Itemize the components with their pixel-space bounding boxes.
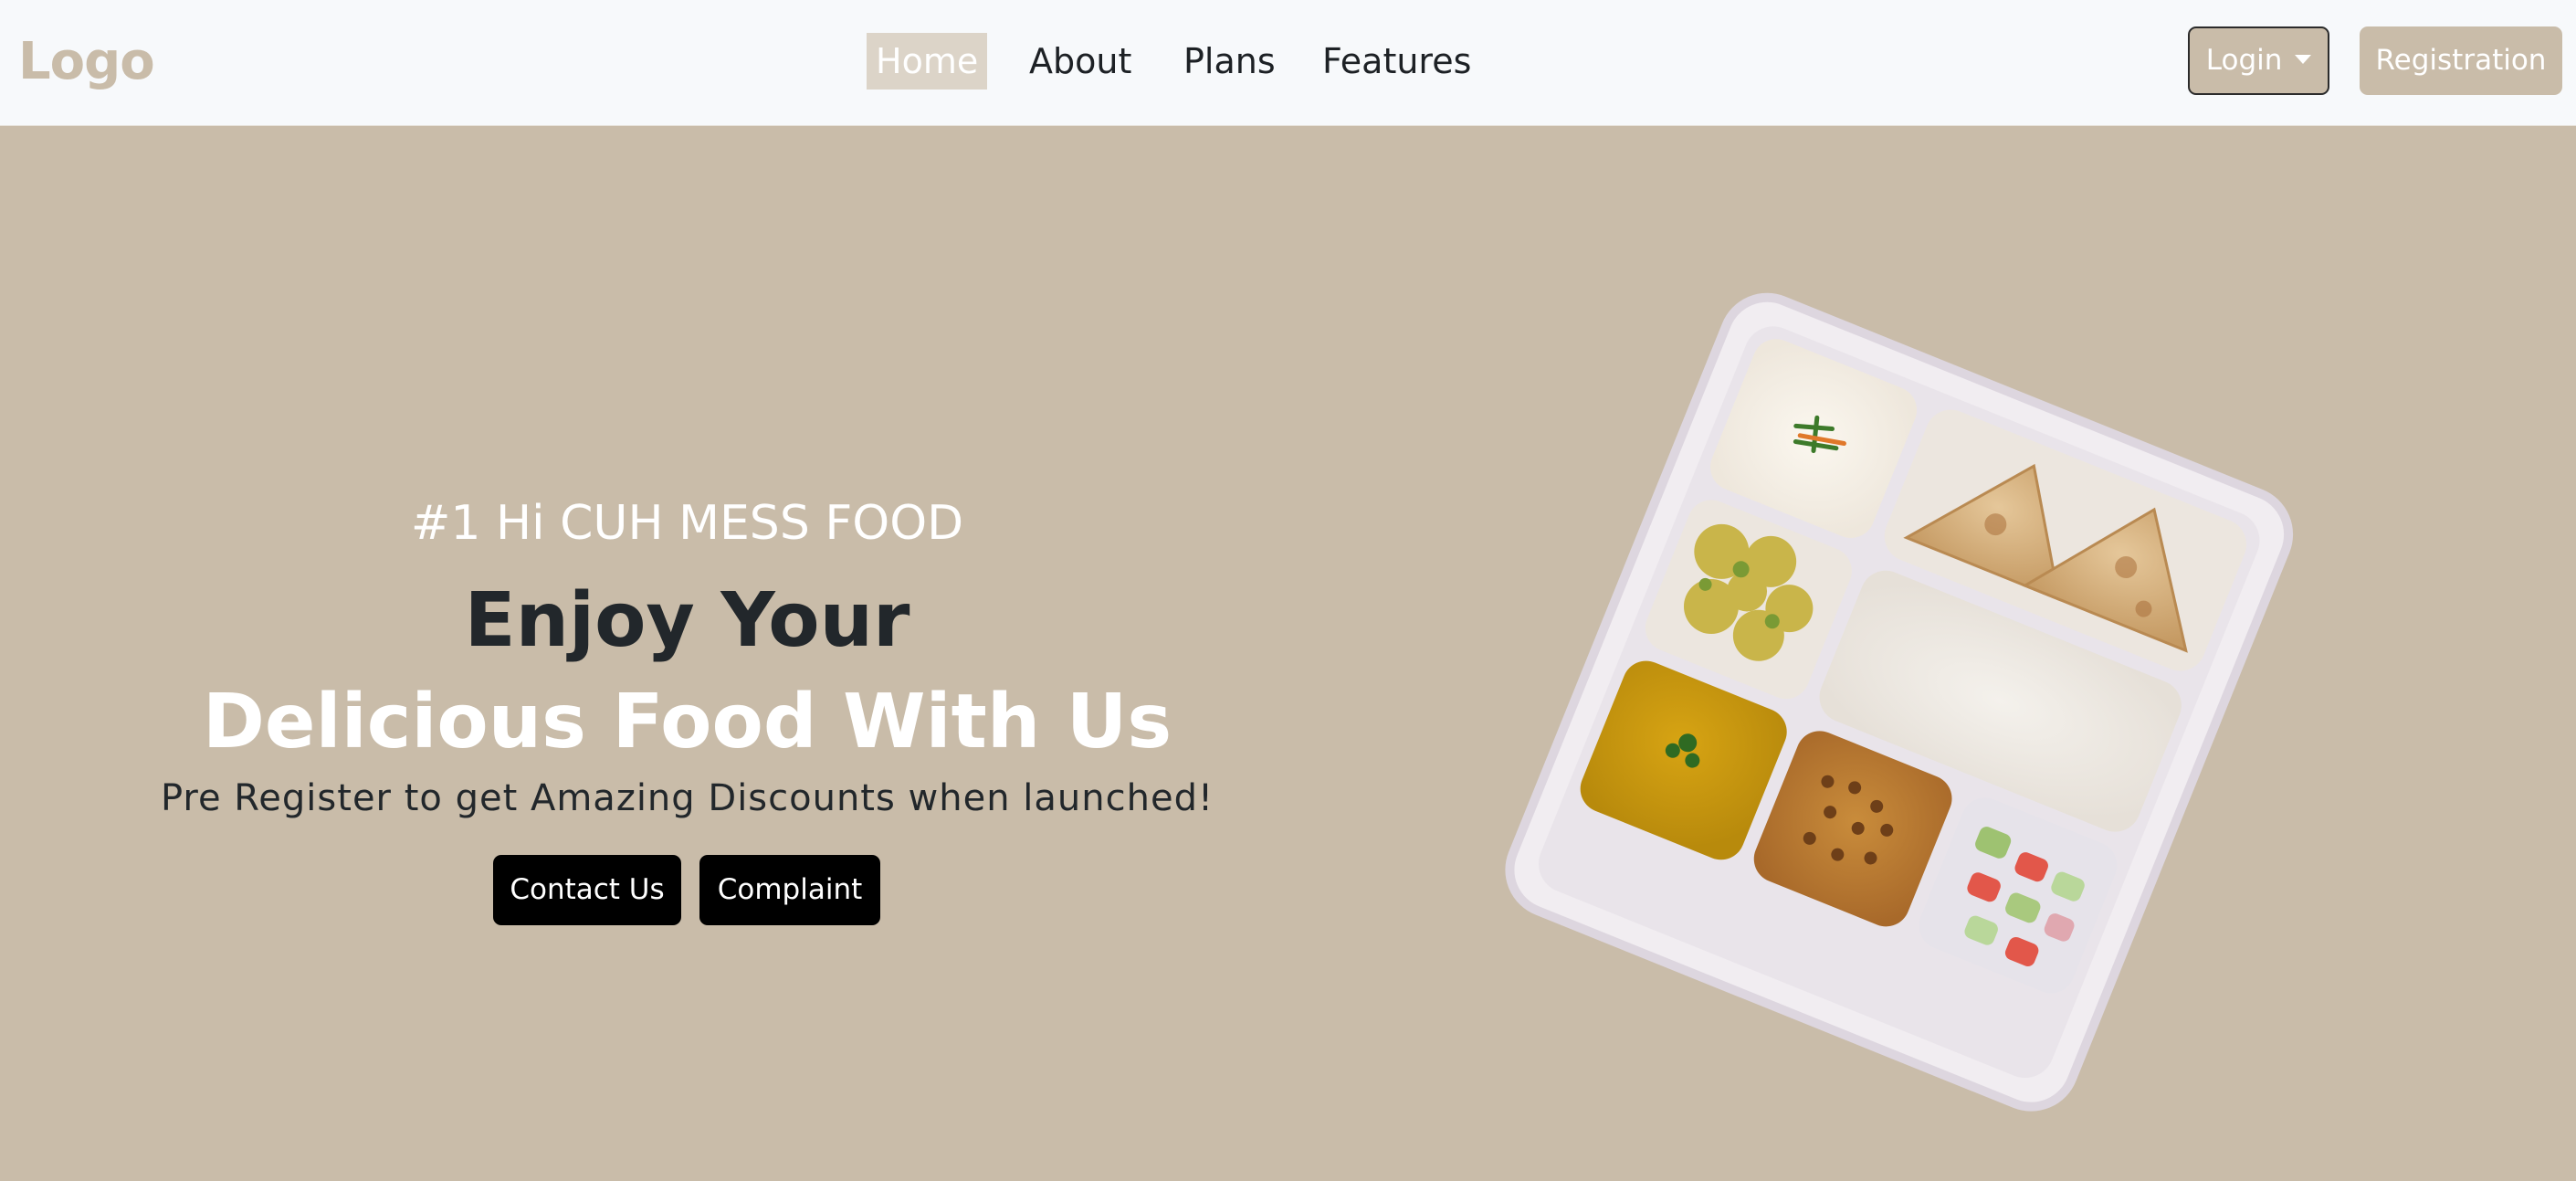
hero-eyebrow: #1 Hi CUH MESS FOOD [410, 496, 964, 551]
hero-subtitle: Pre Register to get Amazing Discounts wh… [161, 777, 1214, 819]
nav-home[interactable]: Home [867, 33, 988, 90]
navbar: Logo Home About Plans Features Login Reg… [0, 0, 2576, 126]
thali-plate-image [1457, 272, 2334, 1149]
login-label: Login [2205, 44, 2283, 77]
hero-title-line-1: Enjoy Your [464, 577, 910, 664]
complaint-button[interactable]: Complaint [699, 855, 880, 925]
hero-section: #1 Hi CUH MESS FOOD Enjoy Your Delicious… [0, 126, 1374, 1181]
nav-features[interactable]: Features [1322, 33, 1471, 90]
registration-button[interactable]: Registration [2360, 26, 2562, 95]
hero-title-line-2: Delicious Food With Us [202, 679, 1172, 765]
caret-down-icon [2295, 54, 2312, 64]
nav-about[interactable]: About [1029, 33, 1131, 90]
contact-us-button[interactable]: Contact Us [493, 855, 681, 925]
brand-logo[interactable]: Logo [18, 31, 155, 93]
thali-plate-illustration [1505, 292, 2294, 1112]
nav-plans[interactable]: Plans [1183, 33, 1276, 90]
login-dropdown-button[interactable]: Login [2188, 26, 2329, 95]
